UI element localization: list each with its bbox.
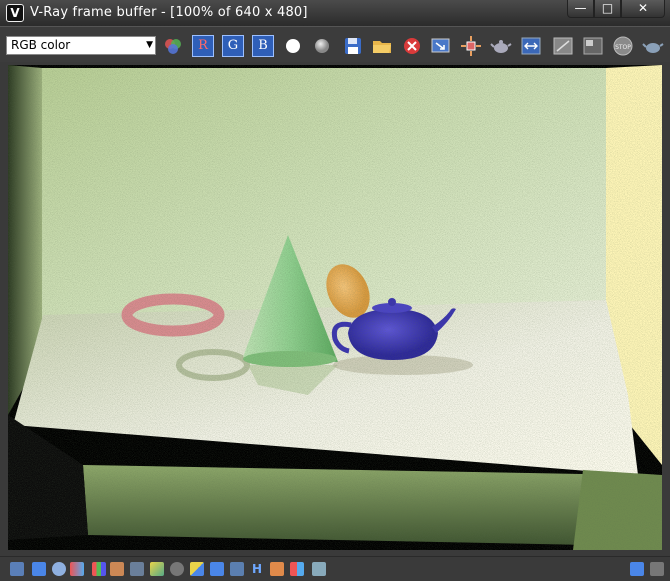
- track-mouse-icon[interactable]: [520, 35, 542, 57]
- lens-effects-icon[interactable]: [312, 562, 326, 576]
- close-button[interactable]: ✕: [621, 0, 665, 18]
- white-dot-icon[interactable]: [282, 35, 304, 57]
- maximize-button[interactable]: □: [594, 0, 621, 18]
- blue-channel-button[interactable]: B: [252, 35, 274, 57]
- srgb-icon[interactable]: [190, 562, 204, 576]
- history-icon[interactable]: [10, 562, 24, 576]
- stop-label: STOP: [615, 44, 631, 51]
- horizontal-flip-icon[interactable]: [270, 562, 284, 576]
- render-viewport[interactable]: [8, 65, 662, 550]
- lut-icon[interactable]: [210, 562, 224, 576]
- open-folder-icon[interactable]: [371, 35, 393, 57]
- h-letter-icon[interactable]: H: [250, 562, 264, 576]
- teapot-render-icon[interactable]: [490, 35, 512, 57]
- duplicate-to-mtl-icon[interactable]: [430, 35, 452, 57]
- levels-icon[interactable]: [92, 562, 106, 576]
- save-icon[interactable]: [342, 35, 364, 57]
- region-render-icon[interactable]: [460, 35, 482, 57]
- color-clamp-icon[interactable]: [70, 562, 84, 576]
- red-channel-button[interactable]: R: [192, 35, 214, 57]
- chevron-down-icon: ▼: [146, 40, 153, 50]
- stop-render-icon[interactable]: STOP: [612, 35, 634, 57]
- settings-icon[interactable]: [650, 562, 664, 576]
- histogram-icon[interactable]: [130, 562, 144, 576]
- ocio-icon[interactable]: [230, 562, 244, 576]
- compare-icon[interactable]: [552, 35, 574, 57]
- panel-toggle-icon[interactable]: [630, 562, 644, 576]
- channel-select-value: RGB color: [11, 38, 71, 52]
- toolbar: RGB color ▼ R G B STOP: [0, 26, 670, 62]
- rendered-scene: [8, 65, 662, 550]
- green-channel-button[interactable]: G: [222, 35, 244, 57]
- channel-select[interactable]: RGB color ▼: [6, 36, 156, 55]
- curve-icon[interactable]: [150, 562, 164, 576]
- vray-app-icon: V: [6, 4, 24, 22]
- exposure-icon[interactable]: [170, 562, 184, 576]
- color-channels-icon[interactable]: [162, 35, 184, 57]
- minimize-button[interactable]: —: [567, 0, 594, 18]
- status-bar: H: [0, 556, 670, 581]
- teapot-icon[interactable]: [642, 35, 664, 57]
- pixel-info-icon[interactable]: [110, 562, 124, 576]
- title-bar: V V-Ray frame buffer - [100% of 640 x 48…: [0, 0, 670, 26]
- display-correction-icon[interactable]: [32, 562, 46, 576]
- link-icon[interactable]: [582, 35, 604, 57]
- info-icon[interactable]: [52, 562, 66, 576]
- clear-image-icon[interactable]: [401, 35, 423, 57]
- compare-ab-icon[interactable]: [290, 562, 304, 576]
- window-title: V-Ray frame buffer - [100% of 640 x 480]: [30, 5, 308, 20]
- gray-dot-icon[interactable]: [311, 35, 333, 57]
